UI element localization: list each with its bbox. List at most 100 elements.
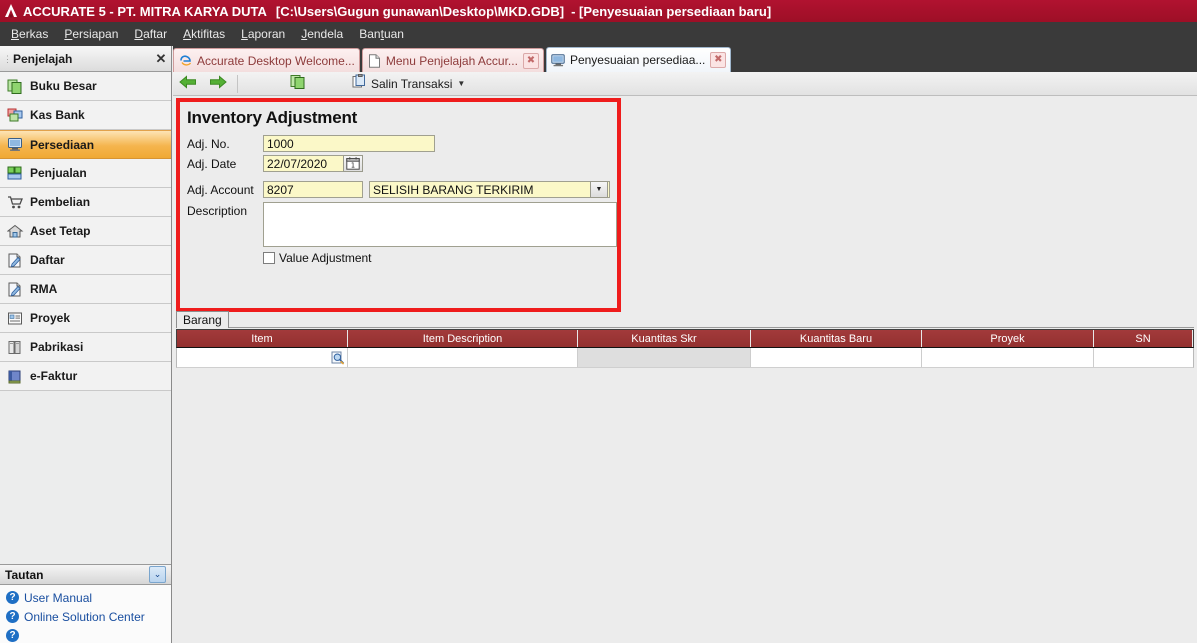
menu-jendela[interactable]: Jendela xyxy=(293,24,351,44)
sidebar-item-pabrikasi[interactable]: Pabrikasi xyxy=(0,333,171,362)
menu-berkas[interactable]: Berkas xyxy=(3,24,56,44)
cell-proyek[interactable] xyxy=(922,348,1094,367)
sidebar-item-label: Pabrikasi xyxy=(30,340,84,354)
detail-tab-strip: Barang xyxy=(176,311,1194,328)
close-icon[interactable]: ✖ xyxy=(710,52,727,68)
link-online-solution-center[interactable]: ? Online Solution Center xyxy=(0,607,171,626)
links-section-header[interactable]: Tautan ⌄ xyxy=(0,564,171,585)
sidebar-item-pembelian[interactable]: Pembelian xyxy=(0,188,171,217)
drag-grip-icon[interactable]: ⋮ xyxy=(3,54,12,63)
adj-date-label: Adj. Date xyxy=(187,156,237,171)
page-pencil-icon xyxy=(6,252,24,268)
magnifier-lookup-icon[interactable] xyxy=(331,351,345,365)
chevron-double-down-icon[interactable]: ⌄ xyxy=(149,566,166,583)
field-row-description: Description xyxy=(184,202,617,247)
menu-laporan[interactable]: Laporan xyxy=(233,24,293,44)
list-box-icon xyxy=(6,310,24,326)
windows-icon xyxy=(6,107,24,123)
tab-accurate-desktop-welcome[interactable]: Accurate Desktop Welcome... xyxy=(173,48,360,72)
link-partial-cutoff[interactable]: ? xyxy=(0,626,171,643)
sidebar-item-rma[interactable]: RMA xyxy=(0,275,171,304)
page-pencil-icon xyxy=(6,281,24,297)
grid-header-sn[interactable]: SN xyxy=(1094,330,1192,347)
window-title-app: ACCURATE 5 - PT. MITRA KARYA DUTA xyxy=(23,3,267,19)
house-icon xyxy=(6,223,24,239)
sidebar-item-label: Kas Bank xyxy=(30,108,85,122)
tab-label: Accurate Desktop Welcome... xyxy=(197,53,355,68)
inventory-adjustment-form: Inventory Adjustment Adj. No. 1000 Adj. … xyxy=(180,102,617,308)
sidebar-item-e-faktur[interactable]: e-Faktur xyxy=(0,362,171,391)
arrow-right-icon xyxy=(208,74,228,93)
arrow-left-icon xyxy=(178,74,198,93)
line-items-grid: Item Item Description Kuantitas Skr Kuan… xyxy=(176,329,1194,369)
sidebar-title: Penjelajah xyxy=(13,51,73,66)
description-textarea[interactable] xyxy=(263,202,617,247)
grid-header-kuantitas-skr[interactable]: Kuantitas Skr xyxy=(578,330,751,347)
sidebar-item-label: Daftar xyxy=(30,253,65,267)
copy-pages-icon xyxy=(290,74,308,93)
copy-button[interactable] xyxy=(285,73,313,95)
documents-icon xyxy=(6,78,24,94)
menu-aktifitas[interactable]: Aktifitas xyxy=(175,24,233,44)
chevron-down-icon[interactable]: ▼ xyxy=(457,79,465,88)
cell-item[interactable] xyxy=(177,348,348,367)
tab-label: Penyesuaian persediaa... xyxy=(569,53,706,67)
client-area: Accurate Desktop Welcome... Menu Penjela… xyxy=(173,46,1197,643)
sidebar-item-proyek[interactable]: Proyek xyxy=(0,304,171,333)
links-section-title: Tautan xyxy=(5,567,44,582)
links-list: ? User Manual ? Online Solution Center ? xyxy=(0,585,171,643)
adj-account-label: Adj. Account xyxy=(187,182,254,197)
sidebar-item-label: Aset Tetap xyxy=(30,224,91,238)
grid-header-proyek[interactable]: Proyek xyxy=(922,330,1094,347)
puzzle-icon xyxy=(6,165,24,181)
adj-date-input[interactable]: 22/07/2020 xyxy=(263,155,343,172)
sidebar-item-buku-besar[interactable]: Buku Besar xyxy=(0,72,171,101)
sidebar-item-aset-tetap[interactable]: Aset Tetap xyxy=(0,217,171,246)
main-menu-bar: Berkas Persiapan Daftar Aktifitas Lapora… xyxy=(0,22,1197,46)
value-adjustment-checkbox[interactable] xyxy=(263,252,275,264)
cell-kuantitas-baru[interactable] xyxy=(751,348,922,367)
sidebar-item-label: Pembelian xyxy=(30,195,91,209)
value-adjustment-label: Value Adjustment xyxy=(279,251,372,265)
grid-header-item-description[interactable]: Item Description xyxy=(348,330,578,347)
sidebar-item-label: Persediaan xyxy=(30,137,95,152)
salin-transaksi-button[interactable]: Salin Transaksi ▼ xyxy=(347,73,470,95)
calendar-icon[interactable]: 1 xyxy=(343,155,363,172)
adj-account-name-select[interactable]: SELISIH BARANG TERKIRIM ▼ xyxy=(369,181,610,198)
tab-barang-label: Barang xyxy=(183,313,222,327)
cell-item-description[interactable] xyxy=(348,348,578,367)
sidebar-item-kas-bank[interactable]: Kas Bank xyxy=(0,101,171,130)
grid-header-kuantitas-baru[interactable]: Kuantitas Baru xyxy=(751,330,922,347)
menu-daftar[interactable]: Daftar xyxy=(126,24,175,44)
menu-persiapan[interactable]: Persiapan xyxy=(56,24,126,44)
window-title-bar: ACCURATE 5 - PT. MITRA KARYA DUTA [C:\Us… xyxy=(0,0,1197,22)
forward-button[interactable] xyxy=(203,73,233,95)
field-row-adj-no: Adj. No. 1000 xyxy=(184,135,617,152)
close-icon[interactable]: ✖ xyxy=(522,52,539,69)
grid-header-item[interactable]: Item xyxy=(177,330,348,347)
chevron-down-icon[interactable]: ▼ xyxy=(590,181,608,198)
sidebar-item-penjualan[interactable]: Penjualan xyxy=(0,159,171,188)
close-icon[interactable]: ✕ xyxy=(151,51,171,67)
window-title-document: - [Penyesuaian persediaan baru] xyxy=(571,3,772,19)
sidebar-item-persediaan[interactable]: Persediaan xyxy=(0,130,171,159)
page-title: Inventory Adjustment xyxy=(187,108,358,127)
menu-bantuan[interactable]: Bantuan xyxy=(351,24,412,44)
tab-menu-penjelajah[interactable]: Menu Penjelajah Accur... ✖ xyxy=(361,48,544,72)
link-label: Online Solution Center xyxy=(24,609,145,624)
adj-account-code-input[interactable]: 8207 xyxy=(263,181,363,198)
adj-no-input[interactable]: 1000 xyxy=(263,135,435,152)
tab-barang[interactable]: Barang xyxy=(176,311,229,328)
table-row[interactable] xyxy=(176,348,1194,368)
cell-sn[interactable] xyxy=(1094,348,1192,367)
sidebar-item-label: Buku Besar xyxy=(30,79,97,93)
sidebar-item-label: Proyek xyxy=(30,311,71,325)
sidebar-item-daftar[interactable]: Daftar xyxy=(0,246,171,275)
explorer-sidebar: ⋮ Penjelajah ✕ Buku Besar Kas Bank Perse… xyxy=(0,46,172,643)
help-circle-icon: ? xyxy=(6,591,19,604)
explorer-e-icon xyxy=(178,54,193,68)
tab-penyesuaian-persediaan[interactable]: Penyesuaian persediaa... ✖ xyxy=(545,47,732,72)
link-user-manual[interactable]: ? User Manual xyxy=(0,588,171,607)
back-button[interactable] xyxy=(173,73,203,95)
sidebar-header: ⋮ Penjelajah ✕ xyxy=(0,46,171,72)
